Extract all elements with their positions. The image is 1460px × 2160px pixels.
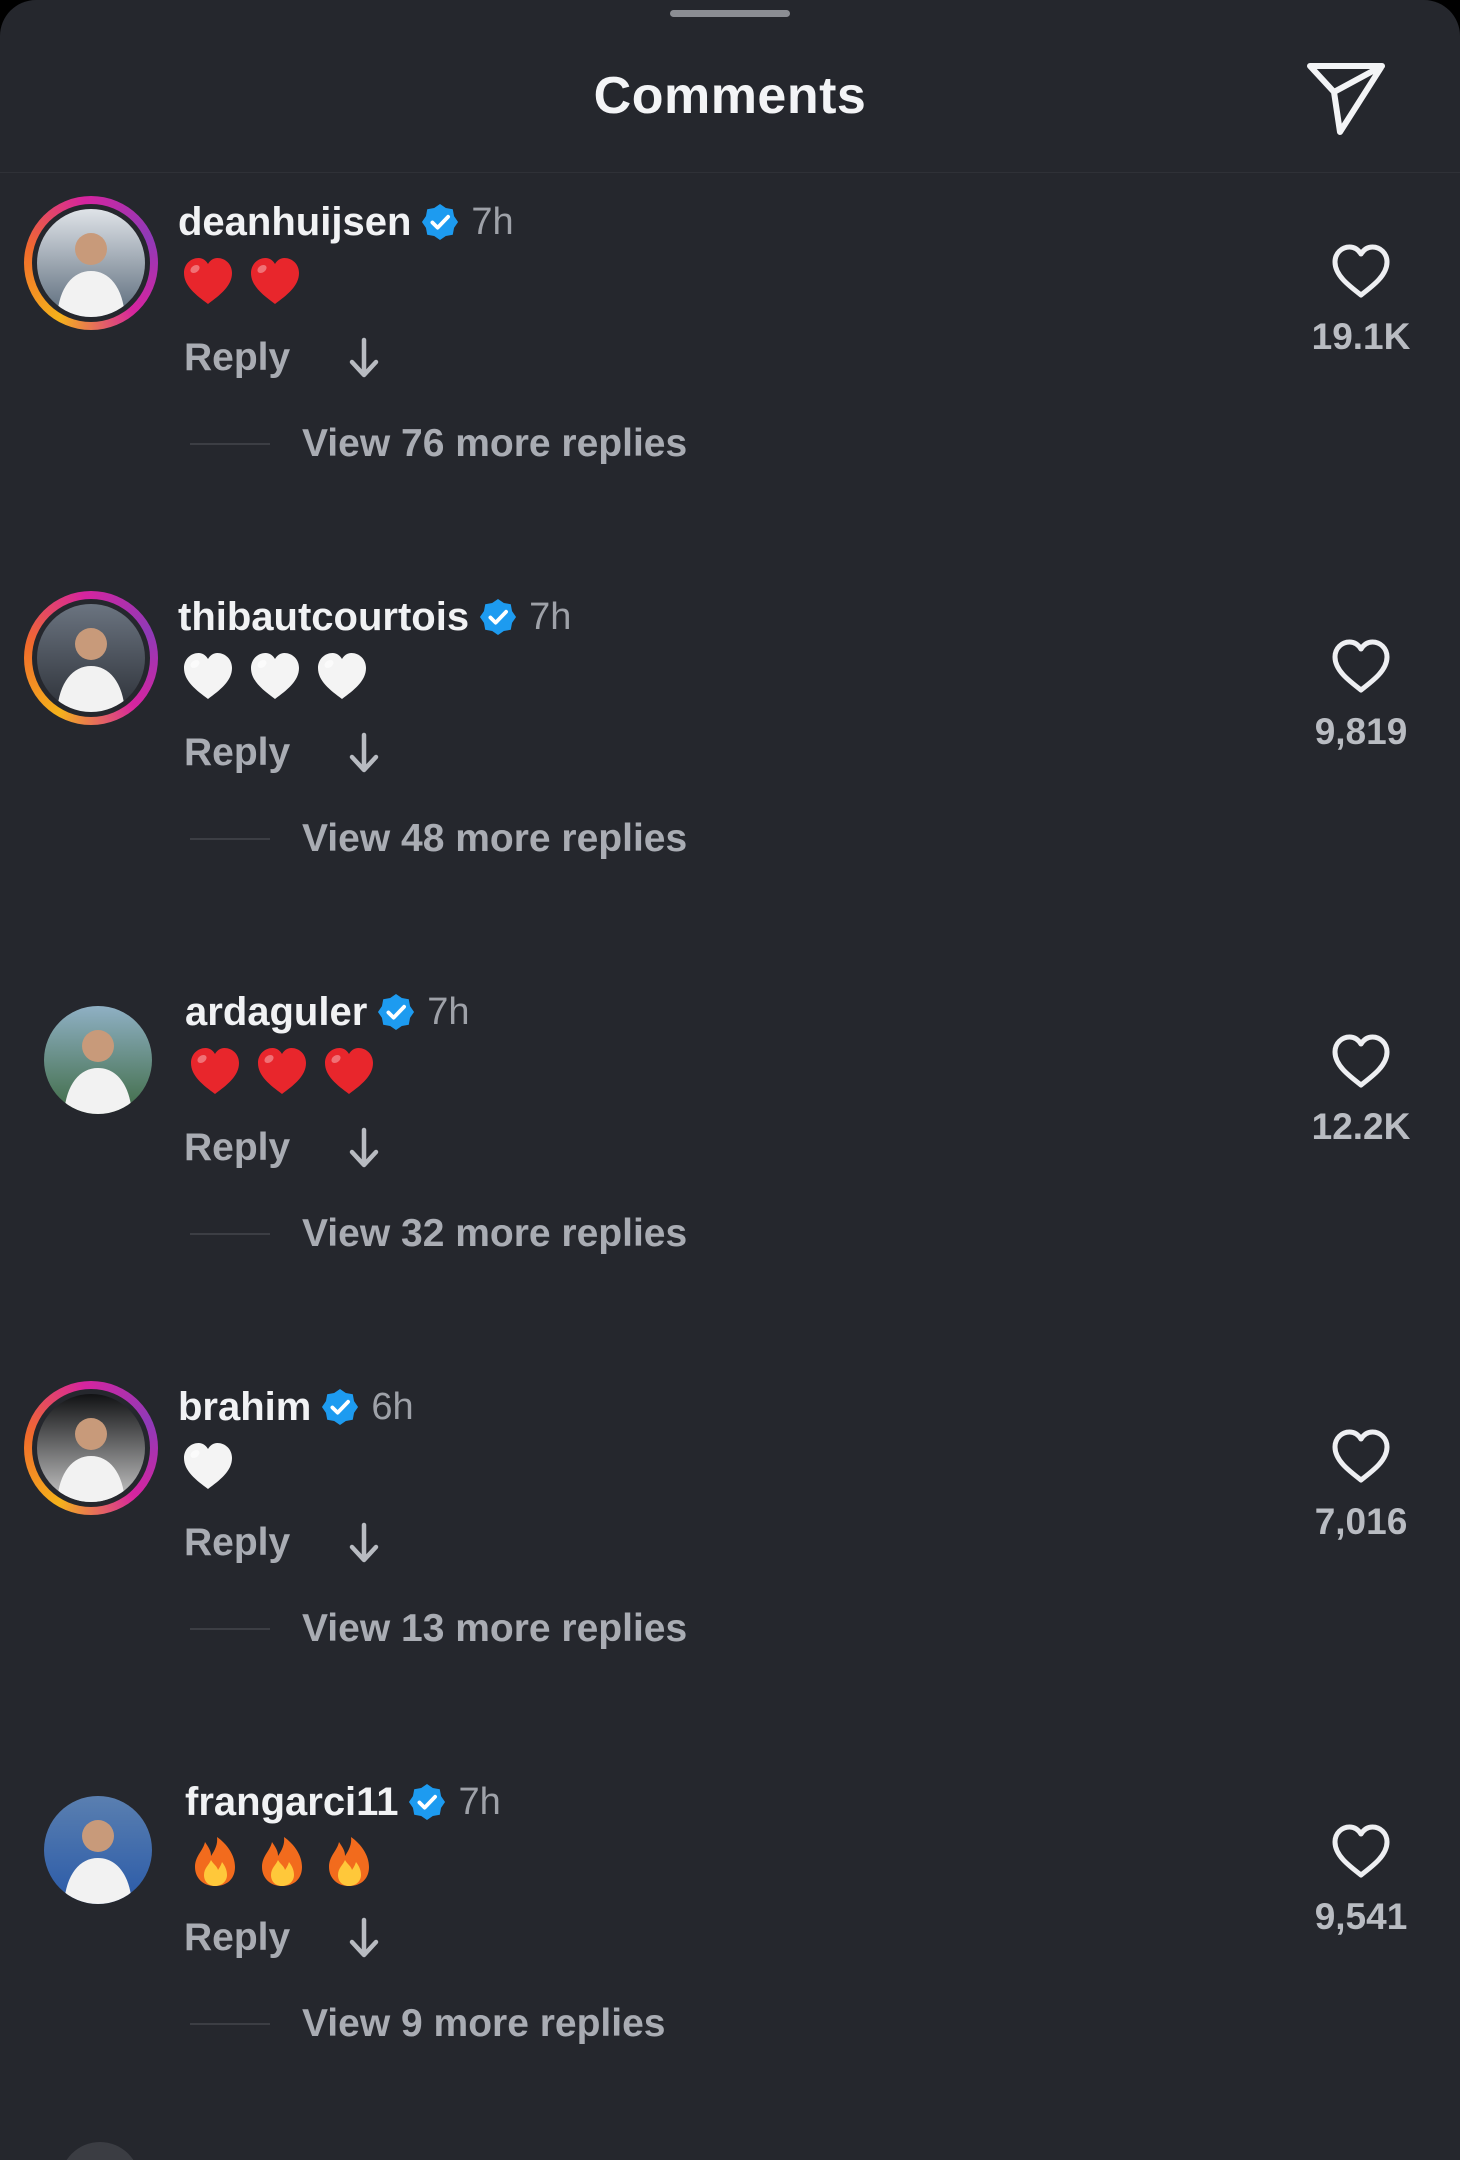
avatar[interactable] <box>24 196 158 330</box>
like-heart-icon[interactable] <box>1330 242 1392 300</box>
view-replies-button[interactable]: View 32 more replies <box>190 1212 687 1256</box>
like-count: 9,541 <box>1314 1896 1408 1937</box>
comment-meta: brahim 6h <box>178 1379 414 1435</box>
comment-actions: Reply <box>184 1124 384 1172</box>
white-heart-emoji-icon <box>184 653 232 699</box>
replies-divider <box>190 1233 270 1235</box>
red-heart-emoji-icon <box>191 1048 239 1094</box>
reply-button[interactable]: Reply <box>184 731 290 775</box>
comment-text <box>180 1439 236 1495</box>
comment-actions: Reply <box>184 1914 384 1962</box>
timestamp: 6h <box>371 1385 414 1428</box>
white-heart-emoji-icon <box>184 1443 232 1489</box>
view-replies-label: View 13 more replies <box>302 1607 688 1650</box>
white-heart-emoji-icon <box>318 653 366 699</box>
username[interactable]: ardaguler <box>185 990 367 1035</box>
avatar[interactable] <box>24 986 158 1120</box>
red-heart-emoji-icon <box>251 258 299 304</box>
verified-badge-icon <box>322 1388 359 1426</box>
like-count: 9,819 <box>1314 711 1408 752</box>
white-heart-emoji-icon <box>251 653 299 699</box>
reply-button[interactable]: Reply <box>184 336 290 380</box>
timestamp: 7h <box>427 990 470 1033</box>
arrow-down-icon[interactable] <box>344 1124 384 1172</box>
comment-item: deanhuijsen 7h Reply View 76 more replies 19… <box>0 172 1460 567</box>
view-replies-button[interactable]: View 48 more replies <box>190 817 687 861</box>
fire-emoji-icon <box>262 1837 302 1886</box>
comment-item: thibautcourtois 7h Reply View 48 more repli… <box>0 567 1460 962</box>
comment-text <box>180 254 303 310</box>
fire-emoji-icon <box>329 1837 369 1886</box>
reply-button[interactable]: Reply <box>184 1521 290 1565</box>
avatar[interactable] <box>24 1381 158 1515</box>
like-heart-icon[interactable] <box>1330 1032 1392 1090</box>
comment-text <box>187 1834 377 1890</box>
like-heart-icon[interactable] <box>1330 637 1392 695</box>
verified-badge-icon <box>378 993 415 1031</box>
comments-header: Comments <box>0 0 1460 173</box>
username[interactable]: frangarci11 <box>185 1780 398 1825</box>
like-count: 7,016 <box>1314 1501 1408 1542</box>
like-count: 19.1K <box>1311 316 1411 357</box>
replies-divider <box>190 1628 270 1630</box>
replies-divider <box>190 2023 270 2025</box>
fire-emoji-icon <box>195 1837 235 1886</box>
reply-button[interactable]: Reply <box>184 1916 290 1960</box>
avatar[interactable] <box>24 1776 158 1910</box>
timestamp: 7h <box>529 595 572 638</box>
username[interactable]: brahim <box>178 1385 311 1430</box>
view-replies-button[interactable]: View 13 more replies <box>190 1607 687 1651</box>
red-heart-emoji-icon <box>325 1048 373 1094</box>
comment-meta: ardaguler 7h <box>185 984 470 1040</box>
timestamp: 7h <box>458 1780 501 1823</box>
view-replies-button[interactable]: View 9 more replies <box>190 2002 665 2046</box>
page-title: Comments <box>593 67 867 125</box>
replies-divider <box>190 838 270 840</box>
verified-badge-icon <box>409 1783 446 1821</box>
replies-divider <box>190 443 270 445</box>
username[interactable]: deanhuijsen <box>178 200 411 245</box>
like-heart-icon[interactable] <box>1330 1822 1392 1880</box>
arrow-down-icon[interactable] <box>344 334 384 382</box>
red-heart-emoji-icon <box>184 258 232 304</box>
view-replies-label: View 48 more replies <box>302 817 688 860</box>
like-heart-icon[interactable] <box>1330 1427 1392 1485</box>
paper-plane-icon[interactable] <box>1304 56 1388 140</box>
comment-text <box>180 649 370 705</box>
avatar[interactable] <box>24 591 158 725</box>
view-replies-label: View 9 more replies <box>302 2002 666 2045</box>
view-replies-label: View 32 more replies <box>302 1212 688 1255</box>
comment-meta: deanhuijsen 7h <box>178 194 514 250</box>
comment-text <box>187 1044 377 1100</box>
red-heart-emoji-icon <box>258 1048 306 1094</box>
arrow-down-icon[interactable] <box>344 1914 384 1962</box>
comment-meta: thibautcourtois 7h <box>178 589 571 645</box>
comment-actions: Reply <box>184 729 384 777</box>
comment-item: frangarci11 7h Reply View 9 more replies 9,5… <box>0 1752 1460 2147</box>
comment-item: ardaguler 7h Reply View 32 more replies 12.2… <box>0 962 1460 1357</box>
like-count: 12.2K <box>1311 1106 1411 1147</box>
view-replies-label: View 76 more replies <box>302 422 688 465</box>
comment-actions: Reply <box>184 1519 384 1567</box>
comments-sheet: Comments deanhuijsen 7h Reply View 76 more … <box>0 0 1460 2160</box>
verified-badge-icon <box>480 598 517 636</box>
timestamp: 7h <box>471 200 514 243</box>
verified-badge-icon <box>422 203 459 241</box>
arrow-down-icon[interactable] <box>344 729 384 777</box>
view-replies-button[interactable]: View 76 more replies <box>190 422 687 466</box>
comment-item: brahim 6h Reply View 13 more replies 7,016 <box>0 1357 1460 1752</box>
reply-button[interactable]: Reply <box>184 1126 290 1170</box>
arrow-down-icon[interactable] <box>344 1519 384 1567</box>
comment-meta: frangarci11 7h <box>185 1774 501 1830</box>
username[interactable]: thibautcourtois <box>178 595 469 640</box>
comment-actions: Reply <box>184 334 384 382</box>
